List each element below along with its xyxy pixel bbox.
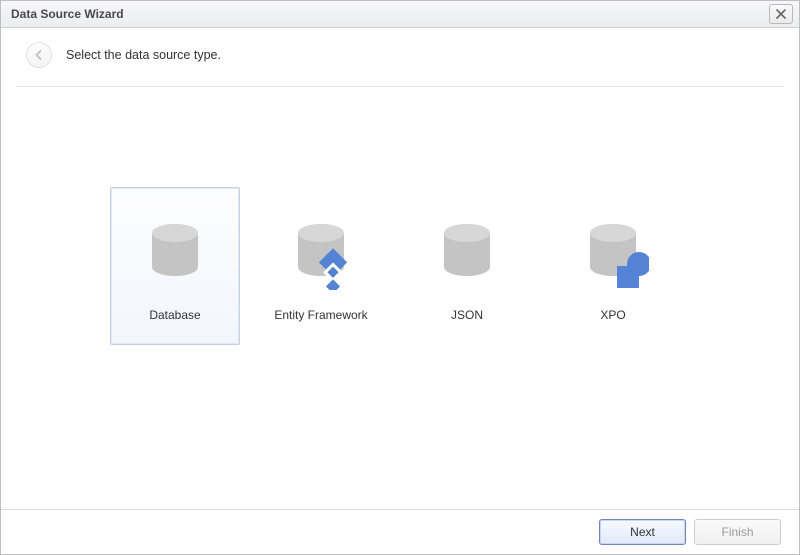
wizard-body: Select the data source type. Database	[2, 28, 798, 508]
entity-framework-icon	[285, 218, 357, 290]
option-json[interactable]: JSON	[402, 187, 532, 345]
step-header: Select the data source type.	[16, 38, 784, 87]
back-button	[26, 42, 52, 68]
instruction-text: Select the data source type.	[66, 48, 221, 62]
option-label: Entity Framework	[274, 308, 367, 322]
close-button[interactable]	[769, 4, 793, 24]
option-database[interactable]: Database	[110, 187, 240, 345]
close-icon	[776, 9, 786, 19]
option-label: JSON	[451, 308, 483, 322]
wizard-footer: Next Finish	[1, 509, 799, 554]
data-source-options: Database	[16, 187, 784, 345]
next-button[interactable]: Next	[599, 519, 686, 545]
wizard-window: Data Source Wizard Select the data sourc…	[0, 0, 800, 555]
button-label: Finish	[721, 525, 753, 539]
option-label: Database	[149, 308, 200, 322]
arrow-left-icon	[33, 49, 45, 61]
option-label: XPO	[600, 308, 625, 322]
button-label: Next	[630, 525, 655, 539]
json-icon	[431, 218, 503, 290]
option-xpo[interactable]: XPO	[548, 187, 678, 345]
window-title: Data Source Wizard	[11, 7, 769, 21]
database-icon	[139, 218, 211, 290]
option-entity-framework[interactable]: Entity Framework	[256, 187, 386, 345]
title-bar: Data Source Wizard	[1, 1, 799, 28]
xpo-icon	[577, 218, 649, 290]
finish-button: Finish	[694, 519, 781, 545]
